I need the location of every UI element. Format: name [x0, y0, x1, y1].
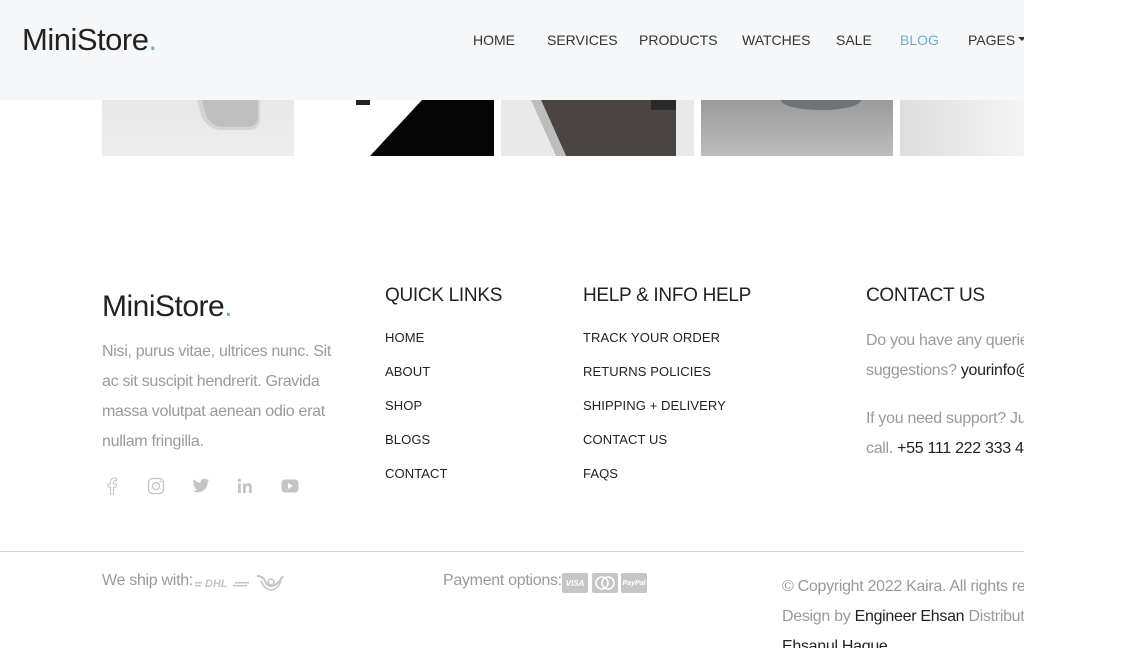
help-link-faqs[interactable]: FAQS [583, 466, 726, 500]
contact-support-line1: If you need support? Just give us a [866, 410, 1024, 427]
mastercard-icon [592, 573, 618, 593]
contact-title: CONTACT US [866, 285, 985, 306]
gallery-image[interactable] [501, 100, 694, 156]
nav-item-products[interactable]: PRODUCTS [639, 32, 718, 48]
gallery-image[interactable] [701, 100, 893, 156]
youtube-icon[interactable] [280, 476, 300, 496]
nav-item-sale[interactable]: SALE [836, 32, 872, 48]
help-link-shipping[interactable]: SHIPPING + DELIVERY [583, 398, 726, 432]
footer-logo[interactable]: MiniStore. [102, 290, 233, 324]
footer-divider [0, 551, 1024, 552]
quick-links-list: HOME ABOUT SHOP BLOGS CONTACT [385, 330, 448, 500]
linkedin-icon[interactable] [235, 476, 255, 496]
copyright-text: © Copyright 2022 Kaira. All rights reser… [782, 572, 1024, 648]
quick-links-title: QUICK LINKS [385, 285, 503, 306]
payment-options-label: Payment options: [443, 572, 562, 589]
facebook-icon[interactable] [102, 476, 122, 496]
instagram-icon[interactable] [146, 476, 166, 496]
design-by-label: Design by [782, 608, 851, 625]
quick-link-shop[interactable]: SHOP [385, 398, 448, 432]
contact-email-link[interactable]: yourinfo@gmail.com [961, 362, 1024, 379]
caret-down-icon [1018, 37, 1024, 42]
site-header: MiniStore. HOME SERVICES PRODUCTS WATCHE… [0, 0, 1024, 100]
help-links-list: TRACK YOUR ORDER RETURNS POLICIES SHIPPI… [583, 330, 726, 500]
help-link-track-order[interactable]: TRACK YOUR ORDER [583, 330, 726, 364]
nav-item-pages[interactable]: PAGES [968, 32, 1024, 48]
contact-support-line2: call. [866, 440, 893, 457]
svg-text:DHL: DHL [205, 578, 228, 590]
help-info-title: HELP & INFO HELP [583, 285, 752, 306]
twitter-icon[interactable] [191, 476, 211, 496]
contact-queries-line1: Do you have any queries or [866, 332, 1024, 349]
visa-card-icon: VISA [562, 573, 588, 593]
quick-link-contact[interactable]: CONTACT [385, 466, 448, 500]
copyright-line: © Copyright 2022 Kaira. All rights reser… [782, 578, 1024, 595]
quick-link-home[interactable]: HOME [385, 330, 448, 364]
paypal-card-icon: PayPal [621, 573, 647, 593]
distributor-link[interactable]: Ehsanul Haque [782, 638, 888, 648]
contact-phone-link[interactable]: +55 111 222 333 44 [897, 440, 1024, 457]
contact-queries-line2: suggestions? [866, 362, 957, 379]
help-link-contact[interactable]: CONTACT US [583, 432, 726, 466]
nav-item-blog[interactable]: BLOG [900, 32, 939, 48]
designer-link[interactable]: Engineer Ehsan [855, 608, 965, 625]
nav-item-pages-label: PAGES [968, 32, 1016, 48]
gallery-image[interactable] [900, 100, 1024, 156]
help-link-returns[interactable]: RETURNS POLICIES [583, 364, 726, 398]
contact-support-text: If you need support? Just give us a call… [866, 404, 1024, 464]
gallery-image[interactable] [302, 100, 494, 156]
shipping-carrier-logo-icon [256, 575, 284, 591]
ship-with-label: We ship with: [102, 572, 193, 589]
nav-item-home[interactable]: HOME [473, 32, 515, 48]
contact-queries-text: Do you have any queries or suggestions? … [866, 326, 1024, 386]
page-viewport: MiniStore. HOME SERVICES PRODUCTS WATCHE… [0, 0, 1024, 648]
nav-item-services[interactable]: SERVICES [547, 32, 618, 48]
distribution-by-label: Distribution by [968, 608, 1024, 625]
footer-about-text: Nisi, purus vitae, ultrices nunc. Sit ac… [102, 343, 331, 450]
dhl-logo-icon: DHL [195, 578, 249, 590]
nav-item-watches[interactable]: WATCHES [742, 32, 810, 48]
site-logo[interactable]: MiniStore. [22, 22, 157, 58]
quick-link-about[interactable]: ABOUT [385, 364, 448, 398]
gallery-image[interactable] [102, 100, 294, 156]
quick-link-blogs[interactable]: BLOGS [385, 432, 448, 466]
